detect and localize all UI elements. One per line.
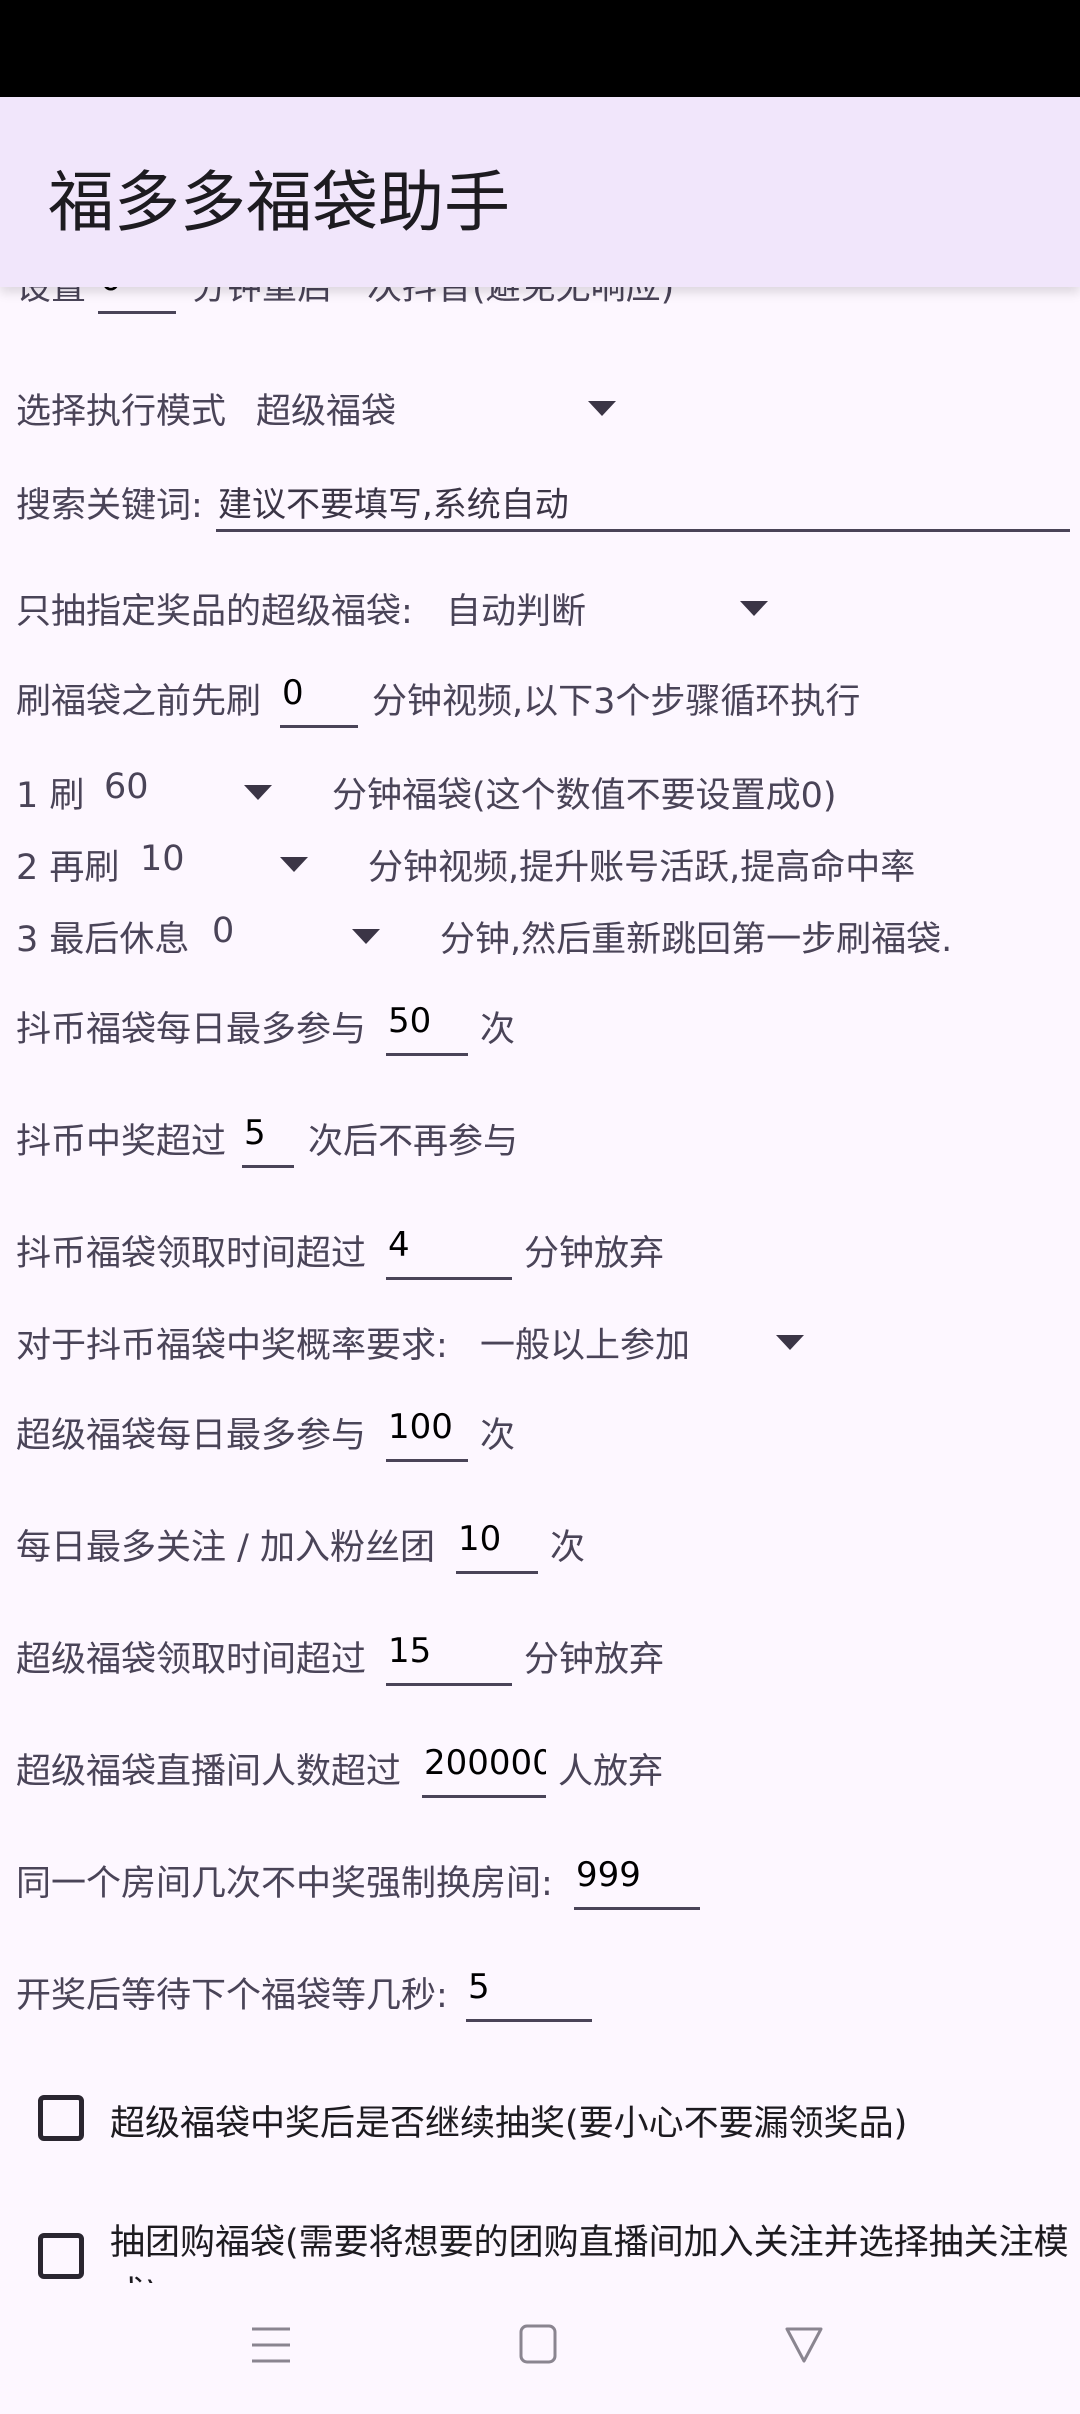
- chevron-down-icon[interactable]: [244, 785, 272, 800]
- exec-mode-dropdown[interactable]: 超级福袋: [256, 383, 396, 434]
- step3-dropdown[interactable]: 0: [212, 911, 234, 951]
- coin-claim-prefix-label: 抖币福袋领取时间超过: [16, 1234, 367, 1274]
- group-buy-label[interactable]: 抽团购福袋(需要将想要的团购直播间加入关注并选择抽关注模式): [110, 2217, 1070, 2283]
- step1-label: 1 刷: [16, 776, 85, 816]
- chevron-down-icon[interactable]: [280, 857, 308, 872]
- coin-win-prefix-label: 抖币中奖超过: [16, 1122, 227, 1162]
- navigation-bar: [0, 2283, 1080, 2414]
- coin-claim-suffix-label: 分钟放弃: [524, 1234, 665, 1274]
- step1-dropdown[interactable]: 60: [104, 767, 149, 807]
- super-daily-prefix-label: 超级福袋每日最多参与: [16, 1416, 367, 1456]
- prize-filter-dropdown[interactable]: 自动判断: [446, 583, 586, 634]
- step3-suffix-label: 分钟,然后重新跳回第一步刷福袋.: [440, 920, 953, 960]
- pre-video-prefix-label: 刷福袋之前先刷: [16, 682, 262, 722]
- pre-video-suffix-label: 分钟视频,以下3个步骤循环执行: [372, 682, 861, 722]
- home-square-icon[interactable]: [518, 2323, 558, 2365]
- back-triangle-icon[interactable]: [784, 2325, 824, 2365]
- follow-daily-max-input[interactable]: 10: [456, 1519, 538, 1574]
- keyword-label: 搜索关键词:: [16, 486, 203, 526]
- coin-daily-prefix-label: 抖币福袋每日最多参与: [16, 1010, 367, 1050]
- coin-claim-timeout-input[interactable]: 4: [386, 1225, 512, 1280]
- group-buy-checkbox[interactable]: [38, 2233, 84, 2279]
- exec-mode-label: 选择执行模式: [16, 392, 227, 432]
- restart-suffix-label: 分钟重启一次抖音(避免无响应): [192, 287, 675, 308]
- prize-filter-label: 只抽指定奖品的超级福袋:: [16, 592, 413, 632]
- continue-after-win-checkbox[interactable]: [38, 2095, 84, 2141]
- coin-probability-label: 对于抖币福袋中奖概率要求:: [16, 1326, 448, 1366]
- super-daily-max-input[interactable]: 100: [386, 1407, 468, 1462]
- room-switch-input[interactable]: 999: [574, 1855, 700, 1910]
- coin-daily-max-input[interactable]: 50: [386, 1001, 468, 1056]
- chevron-down-icon[interactable]: [776, 1335, 804, 1350]
- super-claim-timeout-input[interactable]: 15: [386, 1631, 512, 1686]
- wait-next-label: 开奖后等待下个福袋等几秒:: [16, 1976, 448, 2016]
- step2-dropdown[interactable]: 10: [140, 839, 185, 879]
- chevron-down-icon[interactable]: [588, 401, 616, 416]
- coin-probability-dropdown[interactable]: 一般以上参加: [480, 1317, 690, 1368]
- super-claim-prefix-label: 超级福袋领取时间超过: [16, 1640, 367, 1680]
- chevron-down-icon[interactable]: [740, 601, 768, 616]
- settings-list[interactable]: 设置 0 分钟重启一次抖音(避免无响应) 选择执行模式 超级福袋 搜索关键词: …: [0, 287, 1080, 2283]
- follow-daily-suffix-label: 次: [550, 1528, 586, 1568]
- wait-next-input[interactable]: 5: [466, 1967, 592, 2022]
- super-claim-suffix-label: 分钟放弃: [524, 1640, 665, 1680]
- restart-prefix-label: 设置: [16, 287, 87, 308]
- keyword-input[interactable]: 建议不要填写,系统自动: [216, 477, 1070, 532]
- coin-win-limit-input[interactable]: 5: [242, 1113, 294, 1168]
- super-viewers-suffix-label: 人放弃: [558, 1752, 664, 1792]
- super-daily-suffix-label: 次: [480, 1416, 516, 1456]
- step3-label: 3 最后休息: [16, 920, 190, 960]
- super-viewers-prefix-label: 超级福袋直播间人数超过: [16, 1752, 402, 1792]
- menu-icon[interactable]: [250, 2325, 292, 2365]
- follow-daily-prefix-label: 每日最多关注 / 加入粉丝团: [16, 1528, 436, 1568]
- super-viewer-limit-input[interactable]: 200000: [422, 1743, 546, 1798]
- pre-video-minutes-input[interactable]: 0: [280, 673, 358, 728]
- restart-interval-input[interactable]: 0: [98, 287, 176, 314]
- step2-suffix-label: 分钟视频,提升账号活跃,提高命中率: [368, 848, 916, 888]
- coin-win-suffix-label: 次后不再参与: [308, 1122, 519, 1162]
- continue-after-win-label[interactable]: 超级福袋中奖后是否继续抽奖(要小心不要漏领奖品): [110, 2095, 907, 2146]
- app-bar: 福多多福袋助手: [0, 97, 1080, 287]
- app-title: 福多多福袋助手: [48, 164, 510, 241]
- room-switch-label: 同一个房间几次不中奖强制换房间:: [16, 1864, 553, 1904]
- coin-daily-suffix-label: 次: [480, 1010, 516, 1050]
- step1-suffix-label: 分钟福袋(这个数值不要设置成0): [332, 776, 837, 816]
- chevron-down-icon[interactable]: [352, 929, 380, 944]
- status-bar: [0, 0, 1080, 97]
- step2-label: 2 再刷: [16, 848, 120, 888]
